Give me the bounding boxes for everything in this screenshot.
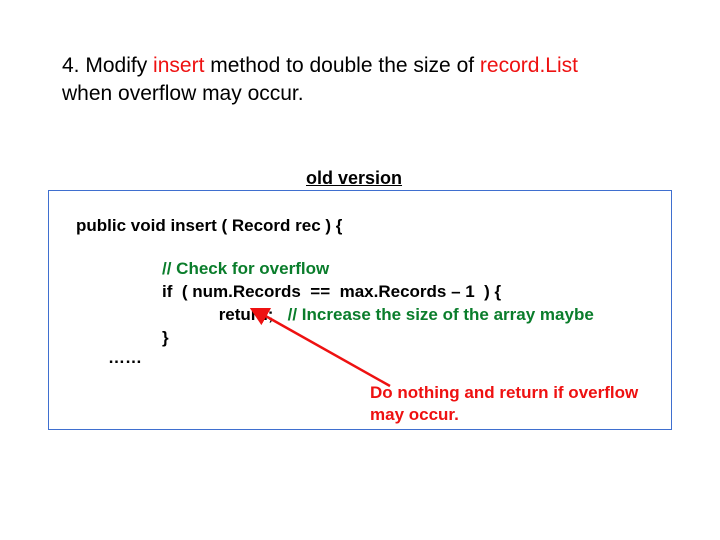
code-comment-overflow: // Check for overflow xyxy=(162,259,329,278)
heading-mid: method to double the size of xyxy=(204,54,480,77)
code-return-comment: // Increase the size of the array maybe xyxy=(273,305,593,324)
heading-recordlist: record.List xyxy=(480,54,578,77)
annotation-text: Do nothing and return if overflow may oc… xyxy=(370,382,650,426)
code-return: return; xyxy=(219,305,274,324)
version-label: old version xyxy=(306,168,402,189)
slide-heading: 4. Modify insert method to double the si… xyxy=(62,52,662,109)
code-block: // Check for overflow if ( num.Records =… xyxy=(162,258,594,350)
code-ellipsis: …… xyxy=(108,348,142,368)
heading-suffix: when overflow may occur. xyxy=(62,82,304,105)
code-close-brace: } xyxy=(162,328,169,347)
code-signature: public void insert ( Record rec ) { xyxy=(76,216,342,236)
code-if-line: if ( num.Records == max.Records – 1 ) { xyxy=(162,282,501,301)
heading-prefix: 4. Modify xyxy=(62,54,153,77)
heading-insert: insert xyxy=(153,54,204,77)
